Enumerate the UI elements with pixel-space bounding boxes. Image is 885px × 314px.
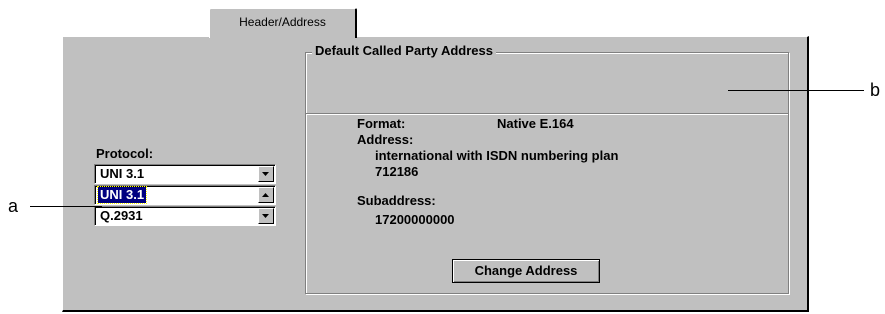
- chevron-up-icon: [262, 193, 269, 197]
- callout-a-line: [30, 206, 102, 207]
- scroll-down-button[interactable]: [258, 208, 274, 224]
- address-number: 712186: [375, 164, 419, 179]
- chevron-down-icon: [262, 214, 269, 218]
- group-title: Default Called Party Address: [312, 43, 496, 59]
- group-separator: [306, 113, 788, 115]
- protocol-label: Protocol:: [96, 146, 154, 161]
- address-type: international with ISDN numbering plan: [375, 148, 619, 163]
- address-label: Address:: [357, 132, 414, 147]
- chevron-down-icon: [262, 172, 269, 176]
- protocol-combo[interactable]: UNI 3.1: [94, 164, 276, 184]
- format-label: Format:: [357, 116, 406, 131]
- callout-b: b: [870, 80, 881, 100]
- subaddress-label: Subaddress:: [357, 193, 436, 208]
- protocol-option-uni31-label: UNI 3.1: [96, 186, 148, 204]
- protocol-option-uni31[interactable]: UNI 3.1: [94, 185, 276, 205]
- callout-b-line: [728, 90, 864, 91]
- protocol-dropdown-button[interactable]: [258, 166, 274, 182]
- change-address-button[interactable]: Change Address: [452, 259, 600, 283]
- protocol-combo-value: UNI 3.1: [100, 166, 145, 181]
- format-value: Native E.164: [497, 116, 574, 131]
- subaddress-value: 17200000000: [375, 212, 455, 227]
- scroll-up-button[interactable]: [258, 187, 274, 203]
- callout-a: a: [8, 196, 19, 216]
- tab-header-address[interactable]: Header/Address: [209, 8, 357, 38]
- protocol-option-q2931[interactable]: Q.2931: [94, 206, 276, 226]
- protocol-option-q2931-label: Q.2931: [100, 208, 143, 223]
